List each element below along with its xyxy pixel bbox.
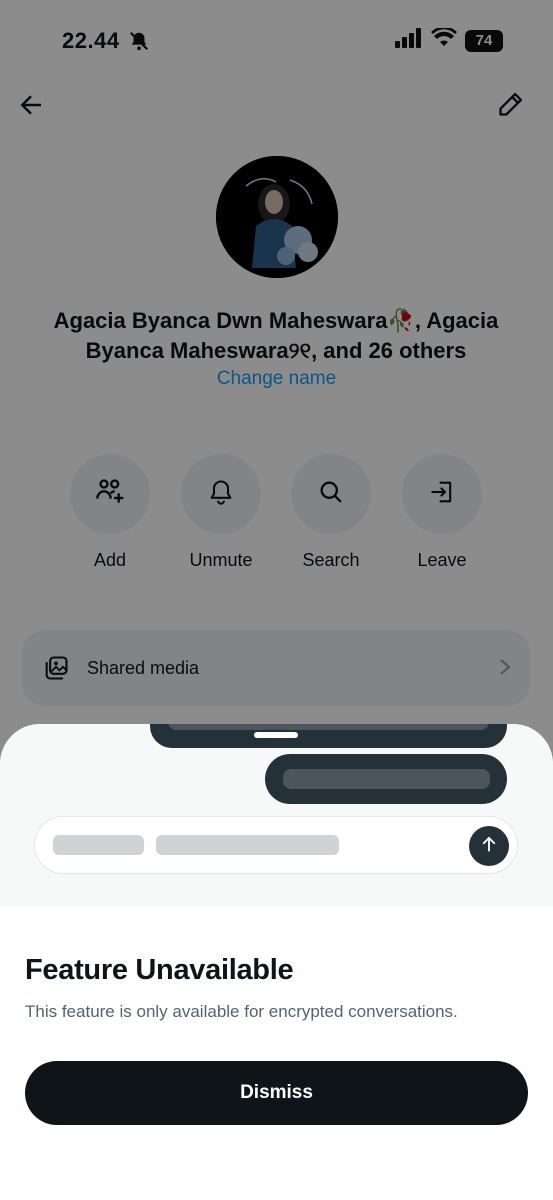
wifi-icon [431, 26, 457, 53]
illustration-bubble-top [150, 724, 507, 748]
leave-action-label: Leave [417, 550, 467, 570]
status-icons: 74 [395, 26, 503, 53]
illustration-send-button [469, 826, 509, 866]
shared-media-row[interactable]: Shared media [22, 630, 530, 706]
unmute-action-label: Unmute [189, 550, 253, 570]
back-arrow-icon [16, 95, 46, 124]
search-action[interactable]: Search [291, 454, 371, 571]
search-icon [317, 478, 345, 511]
edit-button[interactable] [497, 90, 529, 122]
arrow-up-icon [478, 833, 500, 860]
sheet-drag-handle[interactable] [254, 732, 298, 738]
signal-icon [395, 28, 423, 53]
illustration-placeholder-2 [156, 835, 339, 855]
change-name-link[interactable]: Change name [0, 368, 553, 390]
illustration-composer [34, 816, 518, 874]
add-action-label: Add [93, 550, 127, 570]
unmute-action-button[interactable] [181, 454, 261, 534]
back-button[interactable] [16, 90, 48, 122]
chevron-right-icon [498, 658, 512, 681]
status-time: 22.44 [62, 28, 120, 53]
leave-icon [428, 478, 456, 511]
illustration-bubble-middle [265, 754, 507, 804]
search-action-button[interactable] [291, 454, 371, 534]
illustration-placeholder-1 [53, 835, 144, 855]
add-action[interactable]: Add [70, 454, 150, 571]
group-name: Agacia Byanca Dwn Maheswara🥀, Agacia Bya… [53, 308, 499, 363]
add-action-button[interactable] [70, 454, 150, 534]
actions-row: Add Unmute Search Leave [70, 454, 485, 574]
leave-action[interactable]: Leave [402, 454, 482, 571]
shared-media-label: Shared media [87, 658, 200, 678]
chat-illustration [0, 724, 553, 907]
dismiss-button[interactable]: Dismiss [25, 1061, 528, 1125]
leave-action-button[interactable] [402, 454, 482, 534]
pencil-icon [497, 92, 525, 122]
battery-indicator: 74 [465, 29, 503, 52]
sheet-title: Feature Unavailable [25, 954, 294, 986]
sheet-description: This feature is only available for encry… [25, 1002, 458, 1021]
status-bar: 22.44 74 [0, 0, 553, 80]
illustration-bubble-middle-inner [283, 769, 490, 789]
mute-icon [128, 30, 150, 57]
group-avatar[interactable] [216, 156, 338, 278]
top-nav [0, 86, 553, 126]
avatar-image [216, 156, 338, 278]
bell-icon [207, 478, 235, 511]
unmute-action[interactable]: Unmute [181, 454, 261, 571]
media-gallery-icon [42, 654, 70, 687]
feature-unavailable-sheet: Feature Unavailable This feature is only… [0, 724, 553, 1200]
search-action-label: Search [302, 550, 360, 570]
add-people-icon [94, 476, 126, 513]
illustration-bubble-top-inner [168, 724, 489, 730]
